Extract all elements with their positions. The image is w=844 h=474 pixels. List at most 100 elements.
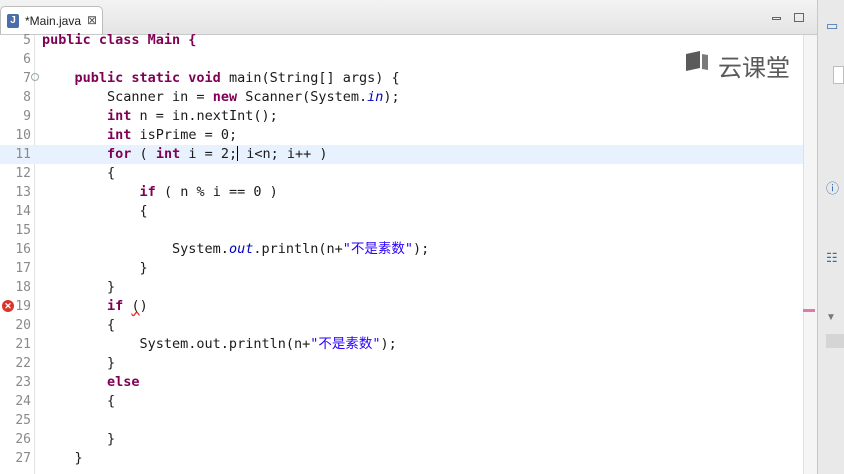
tab-main-java[interactable]: J *Main.java ⊠ xyxy=(0,6,103,34)
code-text[interactable]: System.out.println(n+"不是素数"); xyxy=(42,240,429,259)
side-scroll-thumb[interactable] xyxy=(826,334,844,348)
code-text[interactable]: for ( int i = 2; i<n; i++ ) xyxy=(42,145,328,164)
fold-toggle-icon[interactable] xyxy=(31,73,39,81)
line-number: 13 xyxy=(15,185,31,200)
line-number: 8 xyxy=(23,90,31,105)
code-token: "不是素数" xyxy=(342,241,413,257)
code-token: } xyxy=(42,431,116,447)
code-token: int xyxy=(107,108,132,124)
line-number: 21 xyxy=(15,337,31,352)
code-token: in xyxy=(367,89,384,105)
code-area[interactable]: 5 public class Main {6 7 public static voi… xyxy=(0,31,803,468)
code-text[interactable]: { xyxy=(42,316,115,335)
code-text[interactable]: } xyxy=(42,430,115,449)
code-token: ( xyxy=(131,146,156,162)
maximize-icon[interactable] xyxy=(794,13,804,22)
code-text[interactable]: public static void main(String[] args) { xyxy=(42,69,400,88)
code-line[interactable]: 24 { xyxy=(0,392,803,411)
side-field[interactable] xyxy=(833,66,844,84)
code-text[interactable]: Scanner in = new Scanner(System.in); xyxy=(42,88,400,107)
code-token: ); xyxy=(413,241,430,257)
code-token: ); xyxy=(380,336,397,352)
code-token: int xyxy=(107,127,132,143)
line-number: 25 xyxy=(15,413,31,428)
code-line[interactable]: 9 int n = in.nextInt(); xyxy=(0,107,803,126)
code-text[interactable]: } xyxy=(42,449,83,468)
code-line[interactable]: 6 xyxy=(0,50,803,69)
line-number: 10 xyxy=(15,128,31,143)
code-line[interactable]: 15 xyxy=(0,221,803,240)
code-text[interactable]: { xyxy=(42,392,115,411)
code-line[interactable]: 5 public class Main { xyxy=(0,31,803,50)
minimize-icon[interactable] xyxy=(772,17,781,20)
editor-tab-bar: J *Main.java ⊠ xyxy=(0,0,817,35)
code-text[interactable]: if () xyxy=(42,297,148,316)
line-number: 14 xyxy=(15,204,31,219)
code-text[interactable]: int isPrime = 0; xyxy=(42,126,237,145)
line-number: 9 xyxy=(23,109,31,124)
code-line[interactable]: 14 { xyxy=(0,202,803,221)
code-token: n = in.nextInt(); xyxy=(131,108,278,124)
code-token: } xyxy=(42,355,116,371)
code-line[interactable]: 16 System.out.println(n+"不是素数"); xyxy=(0,240,803,259)
code-token: if xyxy=(139,184,156,200)
code-token: ( xyxy=(131,298,140,314)
code-line[interactable]: 11 for ( int i = 2; i<n; i++ ) xyxy=(0,145,803,164)
code-token: int xyxy=(155,146,181,162)
code-line[interactable]: 8 Scanner in = new Scanner(System.in); xyxy=(0,88,803,107)
code-token: for xyxy=(107,146,132,162)
code-token: main(String[] args) { xyxy=(220,70,400,86)
code-line[interactable]: 18 } xyxy=(0,278,803,297)
code-token: { xyxy=(42,393,116,409)
code-text[interactable]: System.out.println(n+"不是素数"); xyxy=(42,335,397,354)
code-line[interactable]: 17 } xyxy=(0,259,803,278)
code-line[interactable]: 27 } xyxy=(0,449,803,468)
code-text[interactable]: { xyxy=(42,202,148,221)
code-token: "不是素数" xyxy=(310,336,381,352)
code-token: { xyxy=(42,317,116,333)
code-line[interactable]: ✕ 19 if () xyxy=(0,297,803,316)
line-number: 22 xyxy=(15,356,31,371)
tab-label: *Main.java xyxy=(25,14,82,28)
code-line[interactable]: 10 int isPrime = 0; xyxy=(0,126,803,145)
chevron-down-icon[interactable]: ▼ xyxy=(826,312,836,323)
code-text[interactable]: } xyxy=(42,278,115,297)
line-number: 11 xyxy=(15,147,31,162)
code-token: isPrime = 0; xyxy=(131,127,238,143)
code-token: Scanner in = xyxy=(42,89,213,105)
code-line[interactable]: 26 } xyxy=(0,430,803,449)
code-text[interactable]: } xyxy=(42,354,115,373)
java-editor[interactable]: J *Main.java ⊠ 5 public class Main {6 7 pu… xyxy=(0,0,817,474)
code-line[interactable]: 13 if ( n % i == 0 ) xyxy=(0,183,803,202)
close-tab-icon[interactable]: ⊠ xyxy=(87,13,97,27)
code-text[interactable]: if ( n % i == 0 ) xyxy=(42,183,278,202)
code-line[interactable]: 25 xyxy=(0,411,803,430)
code-line[interactable]: 23 else xyxy=(0,373,803,392)
java-file-icon: J xyxy=(7,14,19,28)
code-line[interactable]: 20 { xyxy=(0,316,803,335)
code-line[interactable]: 22 } xyxy=(0,354,803,373)
code-text[interactable]: } xyxy=(42,259,148,278)
code-line[interactable]: 7 public static void main(String[] args)… xyxy=(0,69,803,88)
outline-icon[interactable]: ☷ xyxy=(826,250,838,266)
code-text[interactable]: else xyxy=(42,373,140,392)
overview-ruler[interactable] xyxy=(803,35,817,474)
code-token: } xyxy=(42,450,83,466)
restore-icon[interactable]: ▭ xyxy=(826,18,838,34)
error-marker[interactable] xyxy=(803,309,815,312)
code-token: Scanner(System. xyxy=(237,89,368,105)
code-token: public class Main { xyxy=(42,32,197,48)
code-line[interactable]: 21 System.out.println(n+"不是素数"); xyxy=(0,335,803,354)
code-line[interactable]: 12 { xyxy=(0,164,803,183)
code-token: System.out.println(n+ xyxy=(42,336,311,352)
info-icon[interactable]: ⓘ xyxy=(826,178,839,197)
code-token: i = 2; xyxy=(180,146,238,162)
code-token: ); xyxy=(383,89,400,105)
code-text[interactable]: { xyxy=(42,164,115,183)
code-text[interactable]: int n = in.nextInt(); xyxy=(42,107,278,126)
line-number: 19 xyxy=(15,299,31,314)
code-text[interactable]: public class Main { xyxy=(42,31,196,50)
